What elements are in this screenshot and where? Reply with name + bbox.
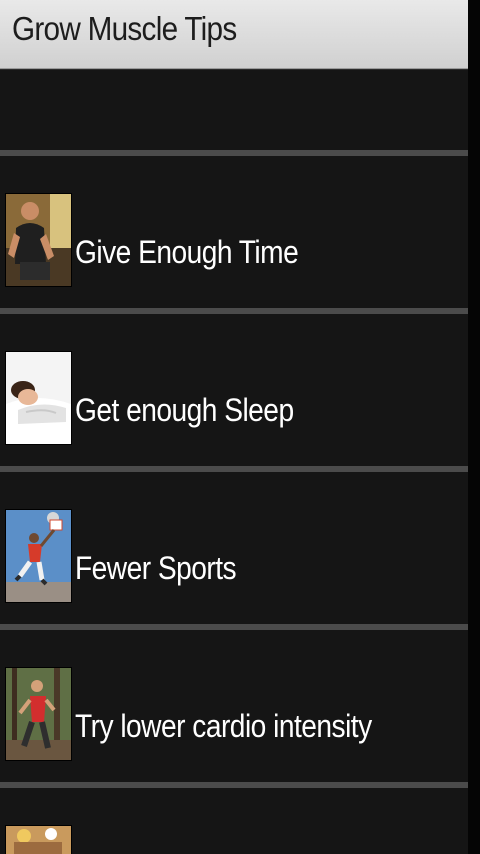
- list-item-get-enough-sleep[interactable]: Get enough Sleep: [0, 314, 468, 466]
- list-item-label: Give Enough Time: [75, 234, 299, 270]
- runner-thumbnail: [6, 668, 71, 760]
- blank-list-area: [0, 70, 468, 150]
- basketball-player-thumbnail: [6, 510, 71, 602]
- scroll-edge: [468, 0, 480, 854]
- list-item-label: Fewer Sports: [75, 550, 237, 586]
- sleeping-woman-thumbnail: [6, 352, 71, 444]
- title-bar: Grow Muscle Tips: [0, 0, 470, 69]
- muscle-man-thumbnail: [6, 194, 71, 286]
- food-thumbnail: [6, 826, 71, 854]
- app-title: Grow Muscle Tips: [12, 10, 237, 47]
- list-item-partial[interactable]: [0, 788, 468, 854]
- list-item-label: Get enough Sleep: [75, 392, 294, 428]
- app-screen: Grow Muscle Tips Give Enough Time Get en…: [0, 0, 480, 854]
- list-item-fewer-sports[interactable]: Fewer Sports: [0, 472, 468, 624]
- list-item-give-enough-time[interactable]: Give Enough Time: [0, 156, 468, 308]
- list-item-try-lower-cardio-intensity[interactable]: Try lower cardio intensity: [0, 630, 468, 782]
- list-item-label: Try lower cardio intensity: [75, 708, 372, 744]
